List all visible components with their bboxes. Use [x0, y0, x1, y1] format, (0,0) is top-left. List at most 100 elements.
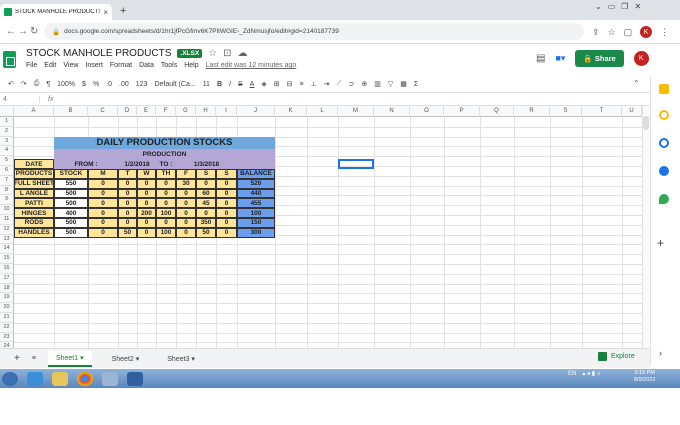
- url-field[interactable]: 🔒 docs.google.com/spreadsheets/d/1hr1jfP…: [44, 23, 584, 40]
- wrap-icon[interactable]: ⇥: [324, 80, 330, 88]
- row-header[interactable]: 18: [0, 283, 14, 294]
- row-header[interactable]: 7: [0, 175, 14, 186]
- add-sheet-icon[interactable]: +: [14, 353, 20, 364]
- row-header[interactable]: 15: [0, 254, 14, 264]
- explore-button[interactable]: Explore: [598, 352, 635, 361]
- redo-icon[interactable]: ↷: [21, 80, 27, 88]
- row-header[interactable]: 3: [0, 136, 14, 147]
- contacts-icon[interactable]: [659, 166, 669, 176]
- chart-icon[interactable]: ▥: [374, 80, 381, 88]
- account-avatar[interactable]: K: [633, 51, 649, 66]
- media-icon[interactable]: [127, 371, 143, 386]
- column-header[interactable]: E: [137, 106, 156, 117]
- language-indicator[interactable]: EN: [568, 371, 576, 377]
- table-header-cell[interactable]: TH: [156, 168, 176, 179]
- move-folder-icon[interactable]: ⊡: [223, 48, 231, 59]
- column-header[interactable]: A: [14, 106, 54, 117]
- to-label[interactable]: TO :: [156, 159, 176, 169]
- sheet-tab-1[interactable]: Sheet1 ▾: [47, 350, 92, 367]
- menu-view[interactable]: View: [63, 62, 78, 69]
- back-icon[interactable]: ←: [6, 26, 16, 37]
- table-cell[interactable]: 0: [216, 188, 237, 199]
- table-cell[interactable]: 50: [118, 227, 137, 238]
- font-size-select[interactable]: 11: [203, 81, 210, 88]
- table-cell[interactable]: 30: [176, 178, 196, 189]
- doc-title[interactable]: STOCK MANHOLE PRODUCTS: [26, 48, 171, 59]
- table-cell[interactable]: 0: [176, 198, 196, 209]
- column-header[interactable]: N: [374, 106, 410, 117]
- reload-icon[interactable]: ↻: [30, 26, 38, 37]
- currency-button[interactable]: $: [82, 81, 86, 88]
- column-header[interactable]: T: [582, 106, 622, 117]
- font-select[interactable]: Default (Ca...: [154, 81, 195, 88]
- row-header[interactable]: 21: [0, 313, 14, 323]
- sidepanel-icon[interactable]: ▢: [624, 27, 633, 38]
- column-header[interactable]: M: [338, 106, 374, 117]
- decrease-decimal-button[interactable]: .0: [106, 81, 112, 88]
- product-name-cell[interactable]: RODS: [14, 217, 54, 228]
- menu-format[interactable]: Format: [110, 62, 132, 69]
- vertical-scrollbar[interactable]: [642, 106, 650, 348]
- date-label[interactable]: DATE: [14, 159, 54, 169]
- table-cell[interactable]: 100: [156, 227, 176, 238]
- new-tab-icon[interactable]: +: [120, 5, 126, 17]
- keep-icon[interactable]: [659, 84, 669, 94]
- table-cell[interactable]: 0: [156, 188, 176, 199]
- table-cell[interactable]: 50: [196, 227, 216, 238]
- table-cell[interactable]: 0: [118, 188, 137, 199]
- functions-icon[interactable]: Σ: [414, 81, 418, 88]
- scrollbar-thumb[interactable]: [643, 116, 649, 130]
- sheet-title[interactable]: DAILY PRODUCTION STOCKS: [54, 136, 275, 150]
- column-header[interactable]: B: [54, 106, 88, 117]
- table-cell[interactable]: 300: [237, 227, 275, 238]
- fill-color-icon[interactable]: ◈: [261, 80, 266, 88]
- collapse-chevron-icon[interactable]: ⌃: [633, 79, 640, 88]
- table-cell[interactable]: 0: [137, 227, 156, 238]
- star-icon[interactable]: ☆: [208, 48, 217, 59]
- table-cell[interactable]: 0: [156, 198, 176, 209]
- explorer-icon[interactable]: [52, 371, 68, 386]
- table-cell[interactable]: 0: [88, 188, 118, 199]
- from-label[interactable]: FROM :: [54, 159, 118, 169]
- column-header[interactable]: S: [550, 106, 582, 117]
- menu-help[interactable]: Help: [184, 62, 198, 69]
- row-header[interactable]: 1: [0, 117, 14, 127]
- row-header[interactable]: 4: [0, 146, 14, 157]
- row-header[interactable]: 14: [0, 244, 14, 255]
- spreadsheet-grid[interactable]: ABCDEFGHIJKLMNOPQRSTU 1 2 3 4 5 6 7 8 9 10 11 12 13 1…: [0, 106, 642, 348]
- product-name-cell[interactable]: HINGES: [14, 208, 54, 218]
- table-header-cell[interactable]: F: [176, 168, 196, 179]
- product-name-cell[interactable]: FULL SHEET: [14, 178, 54, 189]
- meet-icon[interactable]: ■▾: [555, 53, 565, 64]
- share-button[interactable]: 🔒 Share: [575, 50, 624, 67]
- to-date[interactable]: 1/3/2018: [176, 159, 237, 169]
- menu-tools[interactable]: Tools: [161, 62, 177, 69]
- link-icon[interactable]: ⊃: [348, 80, 354, 88]
- minimize-icon[interactable]: ▭: [608, 2, 616, 11]
- table-cell[interactable]: 0: [118, 178, 137, 189]
- table-cell[interactable]: 200: [137, 208, 156, 218]
- table-cell[interactable]: 100: [156, 208, 176, 218]
- column-header[interactable]: C: [88, 106, 118, 117]
- column-header[interactable]: H: [196, 106, 216, 117]
- undo-icon[interactable]: ↶: [8, 80, 14, 88]
- product-name-cell[interactable]: L ANGLE: [14, 188, 54, 199]
- column-header[interactable]: U: [622, 106, 642, 117]
- bold-icon[interactable]: B: [217, 81, 222, 88]
- table-cell[interactable]: 500: [54, 188, 88, 199]
- table-cell[interactable]: 60: [196, 188, 216, 199]
- last-edit-link[interactable]: Last edit was 12 minutes ago: [206, 62, 297, 69]
- menu-data[interactable]: Data: [139, 62, 154, 69]
- table-header-cell[interactable]: S: [196, 168, 216, 179]
- table-cell[interactable]: 0: [88, 208, 118, 218]
- table-cell[interactable]: 400: [54, 208, 88, 218]
- table-header-cell[interactable]: BALANCE: [237, 168, 275, 179]
- from-date[interactable]: 1/2/2018: [118, 159, 156, 169]
- print-icon[interactable]: ⎙: [34, 80, 40, 88]
- add-addon-icon[interactable]: +: [657, 236, 664, 250]
- column-header[interactable]: F: [156, 106, 176, 117]
- dropdown-icon[interactable]: ⌄: [595, 2, 602, 11]
- table-header-cell[interactable]: M: [88, 168, 118, 179]
- table-cell[interactable]: 0: [137, 178, 156, 189]
- table-cell[interactable]: 150: [237, 217, 275, 228]
